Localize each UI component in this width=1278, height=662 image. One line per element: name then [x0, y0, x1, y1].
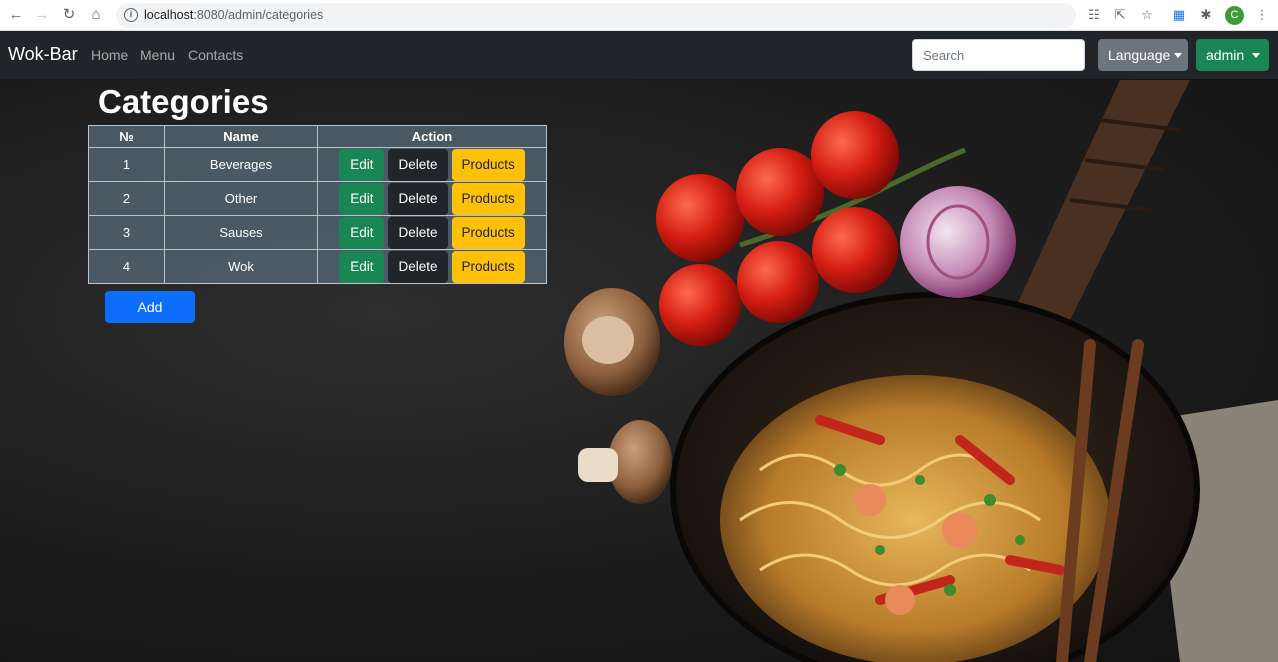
table-row: 1 Beverages Edit Delete Products	[88, 147, 547, 182]
add-category-button[interactable]: Add	[105, 291, 195, 323]
row-name: Sauses	[164, 215, 318, 250]
bookmark-star-icon[interactable]: ☆	[1139, 7, 1155, 23]
edit-button[interactable]: Edit	[339, 182, 385, 215]
translate-extension-icon[interactable]: ▦	[1171, 7, 1187, 23]
site-info-icon[interactable]: i	[124, 8, 138, 22]
browser-toolbar: ← → ↻ ⌂ i localhost:8080/admin/categorie…	[0, 0, 1278, 31]
language-label: Language	[1108, 47, 1171, 63]
delete-button[interactable]: Delete	[388, 250, 448, 283]
site-navbar: Wok-Bar Home Menu Contacts Language admi…	[0, 31, 1278, 79]
nav-link-menu[interactable]: Menu	[140, 47, 175, 63]
row-actions: Edit Delete Products	[317, 215, 547, 250]
search-input[interactable]	[912, 39, 1085, 71]
back-icon[interactable]: ←	[7, 6, 25, 24]
table-row: 3 Sauses Edit Delete Products	[88, 215, 547, 250]
table-header-row: № Name Action	[88, 125, 547, 148]
delete-button[interactable]: Delete	[388, 148, 448, 181]
row-name: Beverages	[164, 147, 318, 182]
share-icon[interactable]: ⇱	[1112, 7, 1128, 23]
caret-down-icon	[1252, 53, 1261, 58]
edit-button[interactable]: Edit	[339, 250, 385, 283]
categories-table: № Name Action 1 Beverages Edit Delete Pr…	[88, 125, 547, 284]
language-dropdown[interactable]: Language	[1098, 39, 1188, 71]
home-icon[interactable]: ⌂	[87, 6, 105, 24]
row-actions: Edit Delete Products	[317, 249, 547, 284]
nav-link-home[interactable]: Home	[91, 47, 128, 63]
column-header-action: Action	[317, 125, 547, 148]
admin-label: admin	[1206, 47, 1245, 63]
reload-icon[interactable]: ↻	[60, 6, 78, 24]
translate-icon[interactable]: ☷	[1086, 7, 1102, 23]
delete-button[interactable]: Delete	[388, 216, 448, 249]
products-button[interactable]: Products	[451, 216, 525, 249]
products-button[interactable]: Products	[451, 182, 525, 215]
table-row: 2 Other Edit Delete Products	[88, 181, 547, 216]
row-number: 2	[88, 181, 165, 216]
address-bar[interactable]: i localhost:8080/admin/categories	[116, 3, 1076, 28]
row-number: 1	[88, 147, 165, 182]
nav-link-contacts[interactable]: Contacts	[188, 47, 243, 63]
row-name: Wok	[164, 249, 318, 284]
forward-icon[interactable]: →	[33, 6, 51, 24]
profile-avatar[interactable]: C	[1225, 6, 1244, 25]
delete-button[interactable]: Delete	[388, 182, 448, 215]
brand-logo[interactable]: Wok-Bar	[8, 44, 78, 65]
row-actions: Edit Delete Products	[317, 181, 547, 216]
column-header-name: Name	[164, 125, 318, 148]
row-number: 4	[88, 249, 165, 284]
edit-button[interactable]: Edit	[339, 148, 385, 181]
admin-dropdown[interactable]: admin	[1196, 39, 1269, 71]
caret-down-icon	[1174, 53, 1183, 58]
products-button[interactable]: Products	[451, 250, 525, 283]
extensions-puzzle-icon[interactable]: ✱	[1198, 7, 1214, 23]
table-row: 4 Wok Edit Delete Products	[88, 249, 547, 284]
row-number: 3	[88, 215, 165, 250]
products-button[interactable]: Products	[451, 148, 525, 181]
page-title: Categories	[98, 83, 269, 120]
row-actions: Edit Delete Products	[317, 147, 547, 182]
browser-menu-icon[interactable]: ⋮	[1254, 7, 1270, 23]
edit-button[interactable]: Edit	[339, 216, 385, 249]
row-name: Other	[164, 181, 318, 216]
url-text: localhost:8080/admin/categories	[144, 8, 324, 22]
column-header-number: №	[88, 125, 165, 148]
